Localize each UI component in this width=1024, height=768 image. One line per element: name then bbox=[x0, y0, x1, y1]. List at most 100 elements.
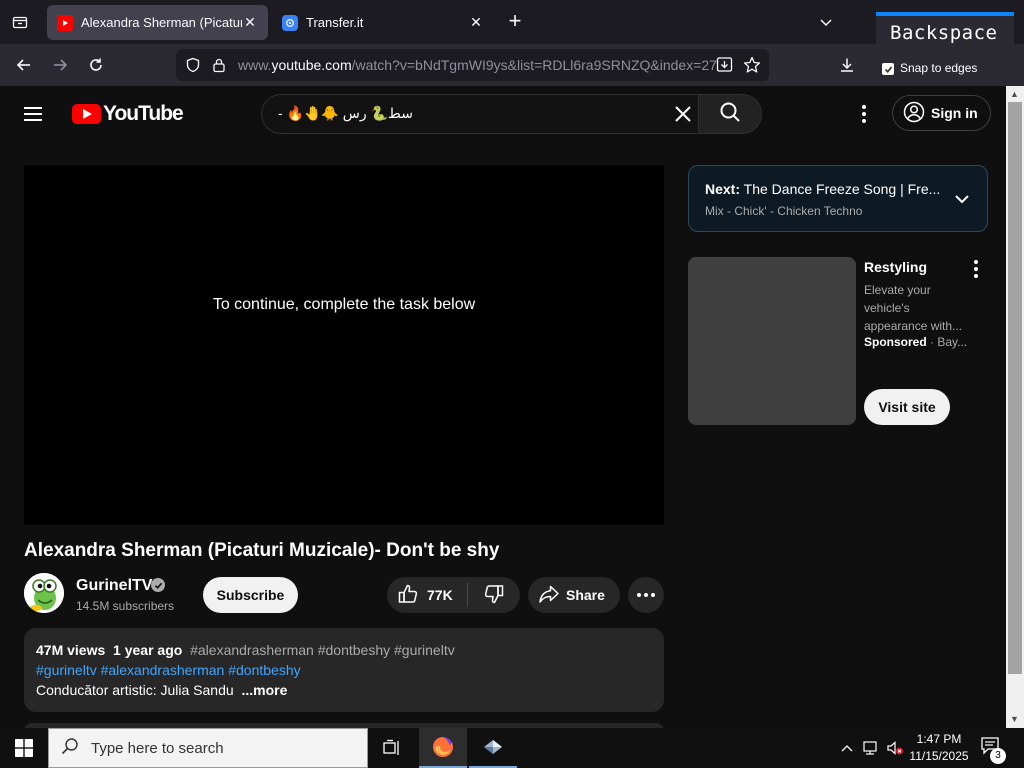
browser-tab-bar: Alexandra Sherman (Picaturi Muzicale)- D… bbox=[0, 0, 1024, 44]
tab-transfer[interactable]: Transfer.it ✕ bbox=[272, 5, 494, 40]
upload-age: 1 year ago bbox=[113, 642, 183, 658]
search-input[interactable]: - 🔥🤚🐥 سط🐍 رس bbox=[261, 94, 698, 134]
share-button[interactable]: Share bbox=[528, 577, 620, 613]
tab-youtube[interactable]: Alexandra Sherman (Picaturi Muzicale)- D… bbox=[47, 5, 268, 40]
ad-description: Elevate your vehicle's appearance with..… bbox=[864, 283, 963, 333]
sign-in-button[interactable]: Sign in bbox=[892, 95, 991, 131]
subscriber-count: 14.5M subscribers bbox=[76, 599, 175, 613]
bookmark-star-icon[interactable] bbox=[743, 56, 761, 79]
volume-muted-icon[interactable] bbox=[884, 728, 906, 768]
key-label: Backspace bbox=[890, 22, 998, 44]
snap-checkbox[interactable] bbox=[882, 63, 894, 75]
clock-date: 11/15/2025 bbox=[909, 749, 969, 763]
snap-checkbox-label[interactable]: Snap to edges bbox=[900, 61, 977, 75]
logo-text: YouTube bbox=[103, 102, 184, 125]
scrollbar-thumb[interactable] bbox=[1008, 102, 1022, 674]
chevron-down-icon[interactable] bbox=[953, 190, 971, 208]
ad-advertiser: Bay... bbox=[937, 335, 968, 349]
show-hidden-icons-icon[interactable] bbox=[836, 728, 858, 768]
verified-badge-icon bbox=[151, 578, 165, 592]
tab-list-icon[interactable] bbox=[8, 10, 32, 34]
url-host: youtube.com bbox=[271, 57, 352, 73]
share-label: Share bbox=[566, 587, 605, 603]
reload-icon[interactable] bbox=[83, 52, 109, 78]
tab-title: Transfer.it bbox=[306, 15, 364, 30]
hashtag-links[interactable]: #gurineltv #alexandrasherman #dontbeshy bbox=[36, 660, 652, 680]
sponsored-label: Sponsored bbox=[864, 335, 927, 349]
scroll-up-icon[interactable]: ▲ bbox=[1010, 89, 1019, 99]
url-text[interactable]: www.youtube.com/watch?v=bNdTgmWI9ys&list… bbox=[238, 57, 717, 73]
notification-count-badge: 3 bbox=[990, 748, 1006, 764]
like-button[interactable]: 77K bbox=[387, 577, 467, 613]
save-to-pocket-icon[interactable] bbox=[716, 56, 733, 78]
ad-more-icon[interactable] bbox=[966, 259, 986, 279]
like-count: 77K bbox=[427, 587, 453, 603]
windows-taskbar: Type here to search 1:47 PM 11/15/2025 3 bbox=[0, 728, 1024, 768]
downloads-icon[interactable] bbox=[834, 52, 860, 78]
transfer-favicon-icon bbox=[282, 14, 298, 31]
url-path: /watch?v=bNdTgmWI9ys&list=RDLl6ra9SRNZQ&… bbox=[351, 57, 717, 73]
url-prefix: www. bbox=[238, 57, 272, 73]
ad-thumbnail[interactable] bbox=[688, 257, 856, 425]
tracking-protection-icon[interactable] bbox=[185, 57, 201, 78]
up-next-card[interactable]: Next: The Dance Freeze Song | Fre... Mix… bbox=[688, 165, 988, 232]
new-tab-icon[interactable]: + bbox=[503, 10, 527, 34]
thumbs-up-icon bbox=[397, 583, 427, 608]
taskbar-clock[interactable]: 1:47 PM 11/15/2025 bbox=[906, 731, 972, 765]
show-more-link[interactable]: ...more bbox=[241, 682, 287, 698]
taskbar-search-input[interactable]: Type here to search bbox=[48, 728, 368, 768]
taskbar-search-placeholder: Type here to search bbox=[91, 739, 224, 757]
up-next-title: Next: The Dance Freeze Song | Fre... bbox=[705, 181, 940, 197]
ad-title[interactable]: Restyling bbox=[864, 259, 927, 275]
up-next-prefix: Next: bbox=[705, 181, 741, 197]
key-overlay-panel: Backspace Snap to edges bbox=[876, 12, 1014, 82]
like-dislike-group: 77K bbox=[387, 577, 520, 613]
url-bar[interactable]: www.youtube.com/watch?v=bNdTgmWI9ys&list… bbox=[176, 49, 769, 81]
search-icon bbox=[61, 737, 79, 760]
lock-icon[interactable] bbox=[212, 57, 226, 78]
youtube-logo[interactable]: YouTube bbox=[72, 102, 184, 126]
clear-search-icon[interactable] bbox=[672, 103, 694, 125]
close-tab-icon[interactable]: ✕ bbox=[468, 14, 484, 31]
description-box[interactable]: 47M views 1 year ago #alexandrasherman #… bbox=[24, 628, 664, 712]
video-title: Alexandra Sherman (Picaturi Muzicale)- D… bbox=[24, 540, 500, 561]
task-view-icon[interactable] bbox=[368, 728, 416, 768]
channel-name[interactable]: GurinelTV bbox=[76, 577, 152, 595]
menu-icon[interactable] bbox=[24, 103, 48, 125]
video-player[interactable]: To continue, complete the task below bbox=[24, 165, 664, 525]
clock-time: 1:47 PM bbox=[916, 732, 962, 746]
search-query: - 🔥🤚🐥 سط🐍 رس bbox=[278, 105, 413, 121]
description-meta: 47M views 1 year ago #alexandrasherman #… bbox=[36, 640, 652, 660]
network-icon[interactable] bbox=[860, 728, 882, 768]
browser-nav-bar: www.youtube.com/watch?v=bNdTgmWI9ys&list… bbox=[0, 44, 1024, 86]
view-count: 47M views bbox=[36, 642, 106, 658]
page-scrollbar[interactable]: ▲ ▼ bbox=[1006, 86, 1024, 728]
settings-more-icon[interactable] bbox=[852, 102, 876, 126]
youtube-favicon-icon bbox=[57, 14, 73, 31]
account-icon bbox=[903, 101, 931, 126]
more-actions-button[interactable] bbox=[628, 577, 664, 613]
scroll-down-icon[interactable]: ▼ bbox=[1010, 714, 1019, 724]
visit-site-button[interactable]: Visit site bbox=[864, 389, 950, 425]
dislike-button[interactable] bbox=[468, 577, 520, 613]
player-message: To continue, complete the task below bbox=[212, 296, 476, 313]
app-taskbar-icon[interactable] bbox=[469, 728, 517, 768]
chevron-down-icon[interactable] bbox=[814, 10, 838, 34]
ad-sponsor-line: Sponsored · Bay... bbox=[864, 335, 968, 349]
close-tab-icon[interactable]: ✕ bbox=[242, 14, 258, 31]
description-text: Conducător artistic: Julia Sandu ...more bbox=[36, 680, 652, 700]
sign-in-label: Sign in bbox=[931, 105, 978, 121]
search-button[interactable] bbox=[698, 94, 762, 134]
firefox-taskbar-icon[interactable] bbox=[419, 728, 467, 768]
youtube-header: YouTube - 🔥🤚🐥 سط🐍 رس Sign in bbox=[0, 86, 1006, 142]
thumbs-down-icon bbox=[483, 583, 505, 608]
tab-title: Alexandra Sherman (Picaturi Muzicale)- D… bbox=[81, 15, 242, 30]
back-icon[interactable] bbox=[11, 52, 37, 78]
subscribe-button[interactable]: Subscribe bbox=[203, 577, 298, 613]
channel-avatar[interactable] bbox=[24, 573, 64, 613]
youtube-play-icon bbox=[72, 104, 101, 124]
description-body: Conducător artistic: Julia Sandu bbox=[36, 682, 234, 698]
windows-start-icon[interactable] bbox=[0, 728, 48, 768]
inline-hashtags[interactable]: #alexandrasherman #dontbeshy #gurineltv bbox=[190, 642, 455, 658]
forward-icon[interactable] bbox=[47, 52, 73, 78]
